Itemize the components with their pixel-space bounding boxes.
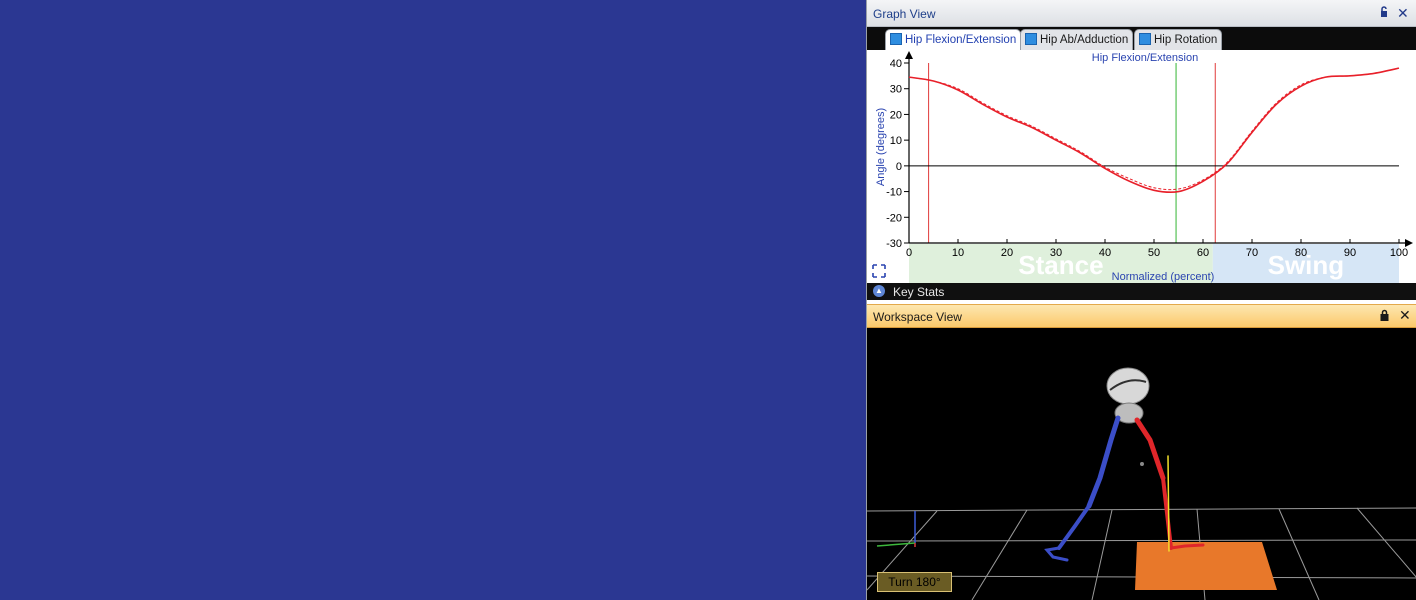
graph-icon (1025, 33, 1037, 45)
hip-angle-chart: Stance Swing 0 10 20 30 40 50 60 70 80 90 100403020… (872, 51, 1413, 283)
y-axis-label: Angle (degrees) (875, 108, 887, 186)
y-axis-arrow (905, 51, 913, 59)
tab-label: Hip Ab/Adduction (1040, 34, 1129, 46)
y-tick-label: 40 (890, 58, 902, 70)
collapse-up-icon[interactable]: ▲ (873, 285, 885, 297)
graph-icon (1139, 33, 1151, 45)
graph-icon (890, 33, 902, 45)
workspace-background (0, 0, 866, 600)
pin-icon[interactable] (1378, 6, 1390, 21)
chart-title: Hip Flexion/Extension (1092, 52, 1198, 64)
tab-hip-rotation[interactable]: Hip Rotation (1134, 29, 1223, 50)
tab-label: Hip Rotation (1154, 34, 1218, 46)
close-icon[interactable]: ✕ (1399, 308, 1411, 322)
tab-label: Hip Flexion/Extension (905, 34, 1017, 46)
x-tick-label: 20 (1001, 247, 1013, 259)
tab-hip-flexion-extension[interactable]: Hip Flexion/Extension (885, 29, 1022, 50)
left-leg (1044, 415, 1121, 562)
graph-area: Stance Swing 0 10 20 30 40 50 60 70 80 90 100 40 30 20… (867, 50, 1416, 283)
graph-tabs: Hip Flexion/Extension Hip Ab/Adduction H… (867, 27, 1416, 50)
series-line-dashed (908, 67, 1400, 191)
workspace-3d-view[interactable]: Turn 180° (867, 328, 1416, 600)
series-line-solid (908, 67, 1400, 194)
y-tick-label: -30 (886, 238, 902, 250)
pelvis (1106, 367, 1150, 424)
x-tick-label: 10 (952, 247, 964, 259)
x-tick-label: 50 (1148, 247, 1160, 259)
lock-icon[interactable] (1379, 309, 1390, 324)
expand-icon[interactable] (872, 264, 886, 278)
marker-dot (1140, 462, 1144, 466)
x-tick-label: 80 (1295, 247, 1307, 259)
x-tick-label: 90 (1344, 247, 1356, 259)
x-tick-label: 60 (1197, 247, 1209, 259)
right-panel: Graph View ✕ Hip Flexion/Extension Hip A… (866, 0, 1416, 600)
force-plate (1135, 542, 1277, 590)
key-stats-label: Key Stats (893, 285, 945, 299)
right-leg (1134, 417, 1205, 552)
y-tick-label: 20 (890, 109, 902, 121)
workspace-view-titlebar: Workspace View ✕ (867, 304, 1416, 328)
skeleton-scene (867, 367, 1416, 600)
y-tick-label: -10 (886, 187, 902, 199)
x-axis-arrow (1405, 239, 1413, 247)
close-icon[interactable]: ✕ (1397, 6, 1409, 20)
x-tick-label: 100 (1390, 247, 1408, 259)
x-axis-label: Normalized (percent) (1112, 271, 1215, 283)
turn-180-button[interactable]: Turn 180° (877, 572, 952, 592)
graph-view-title: Graph View (873, 7, 936, 21)
x-tick-label: 70 (1246, 247, 1258, 259)
x-tick-label: 0 (906, 247, 912, 259)
key-stats-bar[interactable]: ▲ Key Stats (867, 283, 1416, 300)
tab-hip-ab-adduction[interactable]: Hip Ab/Adduction (1020, 29, 1134, 50)
x-tick-label: 30 (1050, 247, 1062, 259)
y-tick-label: 30 (890, 84, 902, 96)
x-tick-label: 40 (1099, 247, 1111, 259)
workspace-view-title: Workspace View (873, 310, 962, 324)
y-tick-label: 10 (890, 135, 902, 147)
graph-view-titlebar: Graph View ✕ (867, 0, 1416, 27)
y-tick-label: 0 (896, 161, 902, 173)
y-tick-label: -20 (886, 212, 902, 224)
